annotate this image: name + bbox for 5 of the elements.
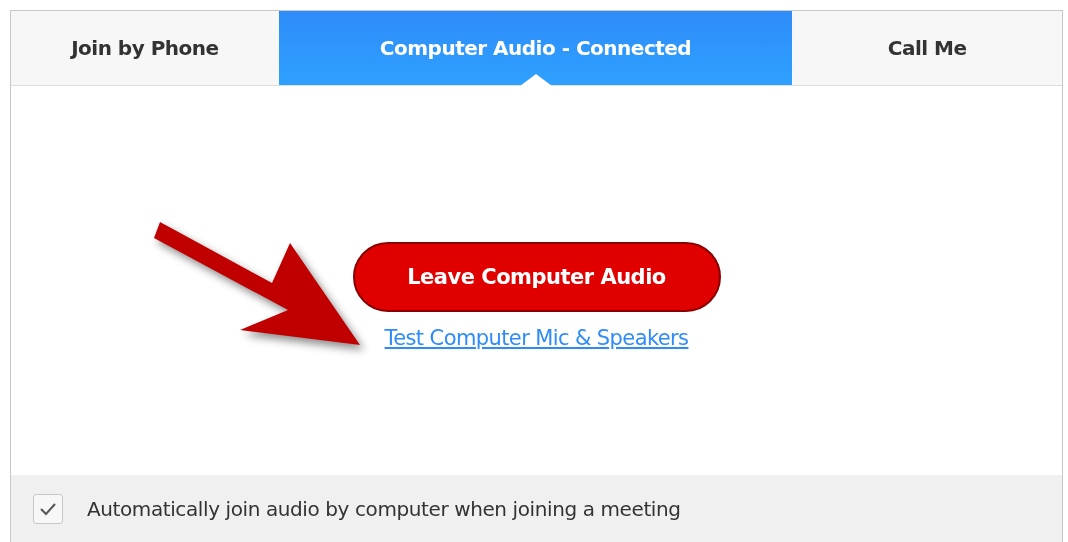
checkbox[interactable] — [33, 493, 63, 524]
test-audio-link[interactable]: Test Computer Mic & Speakers — [384, 326, 689, 350]
checkbox-label: Automatically join audio by computer when joining a meeting — [87, 496, 681, 521]
tab[interactable]: Computer Audio - Connected — [278, 11, 793, 85]
leave-audio-button[interactable]: Leave Computer Audio — [352, 242, 721, 312]
